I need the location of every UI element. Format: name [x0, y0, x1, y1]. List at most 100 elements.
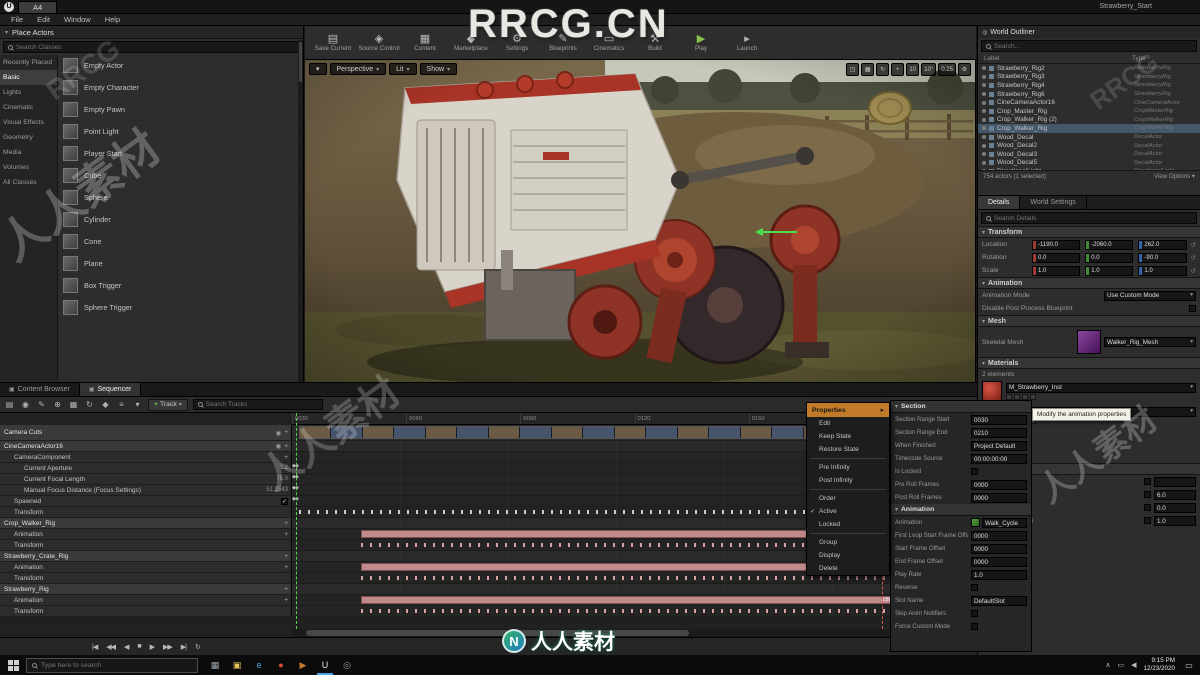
add-section-button[interactable]: +	[284, 443, 288, 450]
reset-icon[interactable]: ↺	[1191, 254, 1196, 262]
context-menu-item[interactable]: ✓ Pre Infinity	[807, 461, 889, 474]
place-actor-item[interactable]: Sphere	[58, 187, 303, 209]
x-value-field[interactable]: 1.0	[1032, 265, 1081, 276]
property-checkbox[interactable]	[971, 610, 978, 617]
x-value-field[interactable]: -1190.0	[1032, 239, 1081, 250]
outliner-row[interactable]: Wood_Decal DecalActor	[978, 133, 1200, 142]
property-value-field[interactable]: 0000	[971, 492, 1027, 503]
visibility-eye-icon[interactable]	[982, 74, 986, 79]
mesh-section-header[interactable]: ▾ Mesh	[978, 315, 1200, 327]
toolbar-button[interactable]: ⚒ Build	[633, 28, 677, 58]
visibility-eye-icon[interactable]	[982, 169, 986, 170]
show-button[interactable]: Show ▾	[419, 63, 458, 75]
details-search-input[interactable]	[994, 214, 1192, 222]
place-actors-search-input[interactable]	[16, 43, 295, 51]
viewport-snap-control[interactable]: 0.25	[938, 63, 956, 76]
track-checkbox[interactable]: ✓	[281, 497, 288, 505]
sequencer-track[interactable]: Strawberry_Rig ✓ ◉ +	[0, 584, 977, 595]
place-actor-item[interactable]: Point Light	[58, 121, 303, 143]
tray-icon[interactable]: ▭	[1117, 661, 1124, 669]
materials-section-header[interactable]: ▾ Materials	[978, 357, 1200, 369]
context-menu-item[interactable]: ✓ Restore State	[807, 443, 889, 456]
physics-checkbox[interactable]	[1144, 517, 1151, 524]
visibility-eye-icon[interactable]	[982, 135, 986, 140]
taskbar-search-input[interactable]	[41, 661, 192, 669]
material-dropdown[interactable]: M_Strawberry_Inst	[1006, 382, 1196, 393]
viewport-snap-control[interactable]: 10°	[921, 63, 937, 76]
taskbar-search[interactable]	[26, 657, 198, 673]
details-tab[interactable]: Details	[978, 196, 1021, 209]
toolbar-button[interactable]: ◈ Source Control	[357, 28, 401, 58]
context-menu-item[interactable]: ✓	[810, 458, 886, 459]
timeline-scrollbar[interactable]	[292, 629, 977, 637]
place-actor-item[interactable]: Box Trigger	[58, 275, 303, 297]
panel-tab[interactable]: ▣ Content Browser	[0, 383, 80, 396]
outliner-row[interactable]: Strawberry_Rig4 StrawberryRig	[978, 81, 1200, 90]
property-value-field[interactable]: 0000	[971, 556, 1027, 567]
property-value-field[interactable]: Walk_Cycle	[982, 517, 1027, 528]
disable-postprocess-checkbox[interactable]	[1189, 305, 1196, 312]
visibility-eye-icon[interactable]	[982, 160, 986, 165]
transport-button[interactable]: ◀◀	[106, 643, 116, 651]
outliner-row[interactable]: Crop_Walker_Rig (2) CropWalkerRig	[978, 116, 1200, 125]
viewport-snap-control[interactable]: ↻	[876, 63, 890, 76]
visibility-eye-icon[interactable]	[982, 109, 986, 114]
panel-tab[interactable]: ▣ Sequencer	[79, 383, 142, 396]
z-value-field[interactable]: 1.0	[1138, 265, 1187, 276]
outliner-row[interactable]: Crop_Walker_Rig CropWalkerRig	[978, 124, 1200, 133]
sequencer-toolbar-icon[interactable]: ✎	[36, 400, 47, 409]
property-value-field[interactable]: 00:00:00:00	[971, 453, 1027, 464]
visibility-eye-icon[interactable]	[982, 117, 986, 122]
place-actor-item[interactable]: Empty Pawn	[58, 99, 303, 121]
outliner-row[interactable]: Crop_Master_Rig CropMasterRig	[978, 107, 1200, 116]
sequencer-toolbar-icon[interactable]: ◆	[100, 400, 111, 409]
place-actor-item[interactable]: Cylinder	[58, 209, 303, 231]
outliner-row[interactable]: Wood_Decal3 DecalActor	[978, 150, 1200, 159]
property-value-field[interactable]: 1.0	[971, 569, 1027, 580]
label-column-header[interactable]: Label	[984, 55, 1132, 62]
context-menu-item[interactable]: ✓ Order	[807, 492, 889, 505]
notification-center-icon[interactable]: ▭	[1182, 658, 1196, 672]
track-search[interactable]	[192, 399, 323, 410]
y-value-field[interactable]: 1.0	[1085, 265, 1134, 276]
lit-button[interactable]: Lit ▾	[389, 63, 417, 75]
toolbar-button[interactable]: ▸ Launch	[725, 28, 769, 58]
context-menu-item[interactable]: ✓ Post Infinity	[807, 474, 889, 487]
place-actor-item[interactable]: Plane	[58, 253, 303, 275]
tray-icon[interactable]: ∧	[1105, 661, 1110, 669]
taskbar-clock[interactable]: 9:15 PM 12/23/2020	[1143, 657, 1175, 673]
transform-section-header[interactable]: ▾ Transform	[978, 226, 1200, 238]
physics-value[interactable]	[1154, 476, 1196, 487]
track-value[interactable]: 1.2	[280, 465, 288, 471]
animation-thumbnail[interactable]	[971, 518, 980, 527]
skeletal-mesh-thumbnail[interactable]	[1077, 330, 1101, 354]
place-actor-item[interactable]: Cube	[58, 165, 303, 187]
property-checkbox[interactable]	[971, 584, 978, 591]
outliner-search[interactable]	[981, 40, 1197, 52]
material-thumbnail[interactable]	[982, 381, 1002, 401]
place-actors-category[interactable]: Basic	[0, 70, 57, 85]
physics-value[interactable]: 1.0	[1154, 515, 1196, 526]
outliner-row[interactable]: Strawberry_Rig2 StrawberryRig	[978, 64, 1200, 73]
context-menu-item[interactable]: ✓ Display	[807, 549, 889, 562]
toolbar-button[interactable]: ▤ Save Current	[311, 28, 355, 58]
menu-item[interactable]: Window	[57, 15, 98, 24]
camera-icon[interactable]: ◉	[276, 442, 282, 450]
context-menu-item[interactable]: ✓ Delete	[807, 562, 889, 575]
z-value-field[interactable]: -90.0	[1138, 252, 1187, 263]
sequencer-toolbar-icon[interactable]: ▦	[68, 400, 79, 409]
playhead-start-marker[interactable]	[296, 413, 297, 629]
sequencer-toolbar-icon[interactable]: ≡	[116, 400, 127, 409]
add-section-button[interactable]: +	[284, 586, 288, 593]
track-section-bar[interactable]	[360, 609, 895, 613]
place-actors-category[interactable]: All Classes	[0, 175, 57, 190]
transport-button[interactable]: ↻	[195, 643, 201, 651]
add-section-button[interactable]: +	[284, 454, 288, 461]
add-section-button[interactable]: +	[284, 520, 288, 527]
context-menu-properties[interactable]: Properties ▸	[807, 403, 889, 417]
taskbar-app-icon[interactable]: ◎	[336, 655, 358, 675]
sequencer-track[interactable]: Animation ✓ ◉ + 180	[0, 595, 977, 606]
place-actors-category[interactable]: Lights	[0, 85, 57, 100]
place-actor-item[interactable]: Empty Actor	[58, 55, 303, 77]
track-lane[interactable]	[292, 584, 977, 594]
